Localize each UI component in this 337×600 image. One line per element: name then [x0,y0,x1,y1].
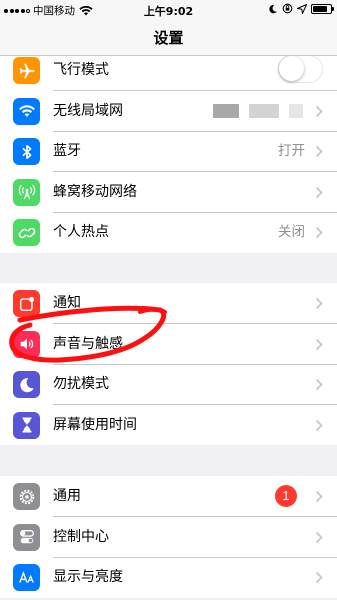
airplane-icon [13,57,40,84]
rotation-lock-icon [282,3,293,14]
chevron-right-icon [315,531,323,543]
row-label: 蓝牙 [53,143,81,159]
chevron-right-icon [315,490,323,503]
airplane-mode-toggle[interactable] [278,55,323,83]
row-label: 通知 [53,295,81,311]
update-badge: 1 [275,485,297,507]
moon-icon [13,371,40,398]
chevron-right-icon [315,419,323,431]
wifi-network-name-blurred [213,103,303,118]
settings-row-hotspot[interactable]: 个人热点 关闭 [0,212,337,253]
notifications-group: 通知 声音与触感 勿扰模式 屏幕使用时间 [0,283,337,445]
moon-status-icon [269,4,277,13]
nav-bar-overlay: 设置 [0,20,337,56]
display-aa-icon [13,564,40,591]
row-label: 蜂窝移动网络 [53,183,137,200]
chevron-right-icon [315,378,323,391]
cellular-icon [13,178,40,206]
battery-icon [311,3,334,14]
settings-row-bluetooth[interactable]: 蓝牙 打开 [0,131,337,172]
row-label: 无线局域网 [53,102,123,119]
chevron-right-icon [315,338,323,350]
row-label: 声音与触感 [53,335,123,352]
location-icon [297,3,307,14]
chevron-right-icon [315,297,323,310]
speaker-icon [13,330,40,358]
settings-row-display[interactable]: 显示与亮度 [0,557,337,598]
row-label: 飞行模式 [53,62,109,78]
hotspot-icon [13,219,40,246]
switches-icon [13,523,40,551]
bluetooth-icon [13,138,40,165]
row-label: 控制中心 [53,528,109,545]
row-label: 勿扰模式 [53,376,109,392]
chevron-right-icon [315,105,323,117]
row-label: 个人热点 [53,224,109,240]
settings-row-airplane[interactable]: 飞行模式 [0,50,337,91]
chevron-right-icon [315,226,323,239]
settings-row-screen-time[interactable]: 屏幕使用时间 [0,405,337,446]
gear-icon [13,483,40,510]
settings-row-notifications[interactable]: 通知 [0,283,337,324]
settings-row-do-not-disturb[interactable]: 勿扰模式 [0,364,337,405]
page-title-overlay: 设置 [153,29,184,47]
settings-row-general[interactable]: 通用 1 [0,476,337,517]
hourglass-icon [13,411,40,439]
settings-row-cellular[interactable]: 蜂窝移动网络 [0,172,337,212]
chevron-right-icon [315,571,323,584]
connectivity-group: 飞行模式 无线局域网 蓝牙 打开 蜂窝移动网络 个人热点 关闭 [0,50,337,253]
settings-row-control-center[interactable]: 控制中心 [0,517,337,557]
wifi-icon [13,97,40,125]
row-label: 显示与亮度 [53,569,123,585]
settings-row-wifi[interactable]: 无线局域网 [0,91,337,131]
row-label: 屏幕使用时间 [53,416,137,433]
status-bar-overlay: 中国移动 上午9:02 [0,0,337,20]
settings-row-sounds[interactable]: 声音与触感 [0,324,337,364]
chevron-right-icon [315,186,323,198]
general-group: 通用 1 控制中心 显示与亮度 [0,476,337,598]
chevron-right-icon [315,145,323,158]
notifications-icon [13,290,40,317]
bluetooth-status-value: 打开 [278,143,305,159]
row-label: 通用 [53,488,81,504]
hotspot-status-value: 关闭 [278,224,305,240]
